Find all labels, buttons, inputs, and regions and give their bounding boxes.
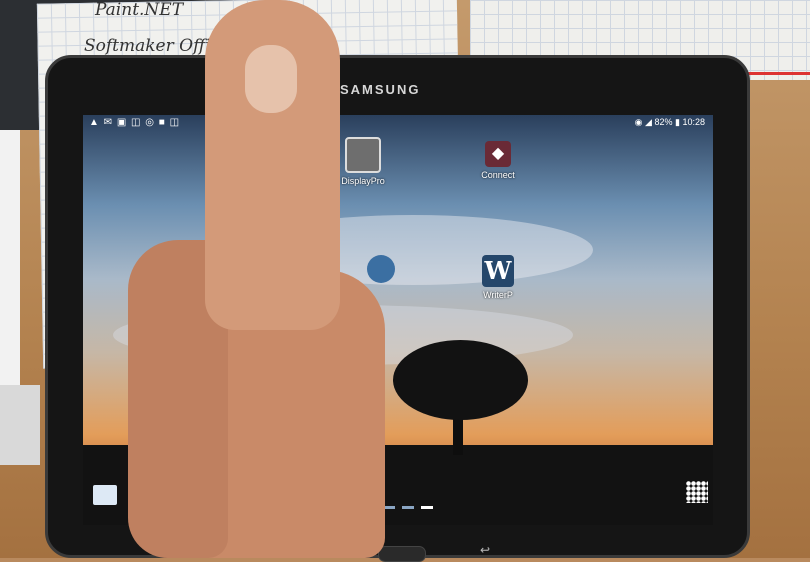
page-dot-active [421,506,433,509]
wifi-icon: ◉ [634,117,643,127]
handwritten-note: Paint.NET [95,0,184,20]
monitor-frame [0,385,40,465]
page-dot [402,506,414,509]
page-indicator [383,496,440,514]
notification-icons: ▲ ✉ ▣ ◫ ◎ ■ ◫ [89,117,181,128]
back-icon[interactable]: ↩ [480,543,490,557]
battery-icon: ▮ [675,117,680,127]
connect-icon: ◆ [485,141,511,167]
app-label: Connect [481,170,515,180]
partially-hidden-app-icon [367,255,395,283]
writer-icon: W [482,255,514,287]
wallpaper-tree-crown [393,340,528,420]
tablet-brand: SAMSUNG [340,82,421,97]
app-label: WriterP [483,290,513,300]
app-connect[interactable]: ◆ Connect [458,141,538,180]
fingernail [245,45,297,113]
apps-grid-icon[interactable] [686,481,708,503]
displaypro-icon [345,137,381,173]
red-margin-line [740,72,810,75]
monitor-screen-edge [0,130,20,400]
status-right: ◉ ◢ 82% ▮ 10:28 [635,117,705,128]
battery-percent: 82% [654,117,673,127]
app-writerp[interactable]: W WriterP [458,255,538,300]
clock: 10:28 [682,117,705,127]
folder-icon[interactable] [93,485,117,505]
signal-icon: ◢ [645,117,652,127]
status-bar: ▲ ✉ ▣ ◫ ◎ ■ ◫ ◉ ◢ 82% ▮ 10:28 [83,115,713,131]
home-button[interactable] [378,546,426,562]
